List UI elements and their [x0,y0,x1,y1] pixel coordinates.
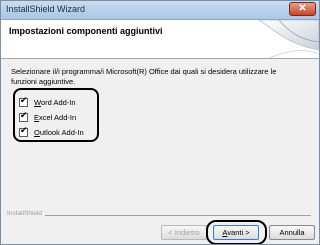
check-icon: ✔ [20,94,28,105]
check-icon: ✔ [20,124,28,135]
outlook-addin-checkbox[interactable]: ✔ [19,124,28,137]
wizard-header: Impostazioni componenti aggiuntivi [1,20,319,59]
word-addin-option[interactable]: ✔ Word Add-In [19,94,76,108]
outlook-addin-label[interactable]: Outlook Add-In [34,128,84,137]
title-bar[interactable]: InstallShield Wizard ✕ [1,1,319,20]
excel-addin-checkbox[interactable]: ✔ [19,109,28,122]
excel-addin-option[interactable]: ✔ Excel Add-In [19,109,76,123]
page-title: Impostazioni componenti aggiuntivi [9,26,163,36]
close-button[interactable]: ✕ [289,2,316,16]
word-addin-checkbox[interactable]: ✔ [19,94,28,107]
header-swoosh-graphic [258,20,319,58]
window-title: InstallShield Wizard [6,4,86,14]
close-icon: ✕ [298,3,307,14]
next-button-label: Avanti > [222,228,250,237]
instructions-text: Selezionare il/i programma/i Microsoft(R… [11,67,277,86]
cancel-button-label: Annulla [279,228,305,237]
cancel-button[interactable]: Annulla [269,225,315,240]
word-addin-label[interactable]: Word Add-In [34,98,76,107]
back-button-label: < Indietro [168,228,200,237]
check-icon: ✔ [20,109,28,120]
footer-divider [43,215,311,216]
back-button[interactable]: < Indietro [161,225,207,240]
installshield-window: InstallShield Wizard ✕ Impostazioni comp… [0,0,320,245]
next-button[interactable]: Avanti > [213,225,259,240]
installshield-brand: InstallShield [7,210,46,217]
excel-addin-label[interactable]: Excel Add-In [34,113,76,122]
outlook-addin-option[interactable]: ✔ Outlook Add-In [19,124,84,138]
